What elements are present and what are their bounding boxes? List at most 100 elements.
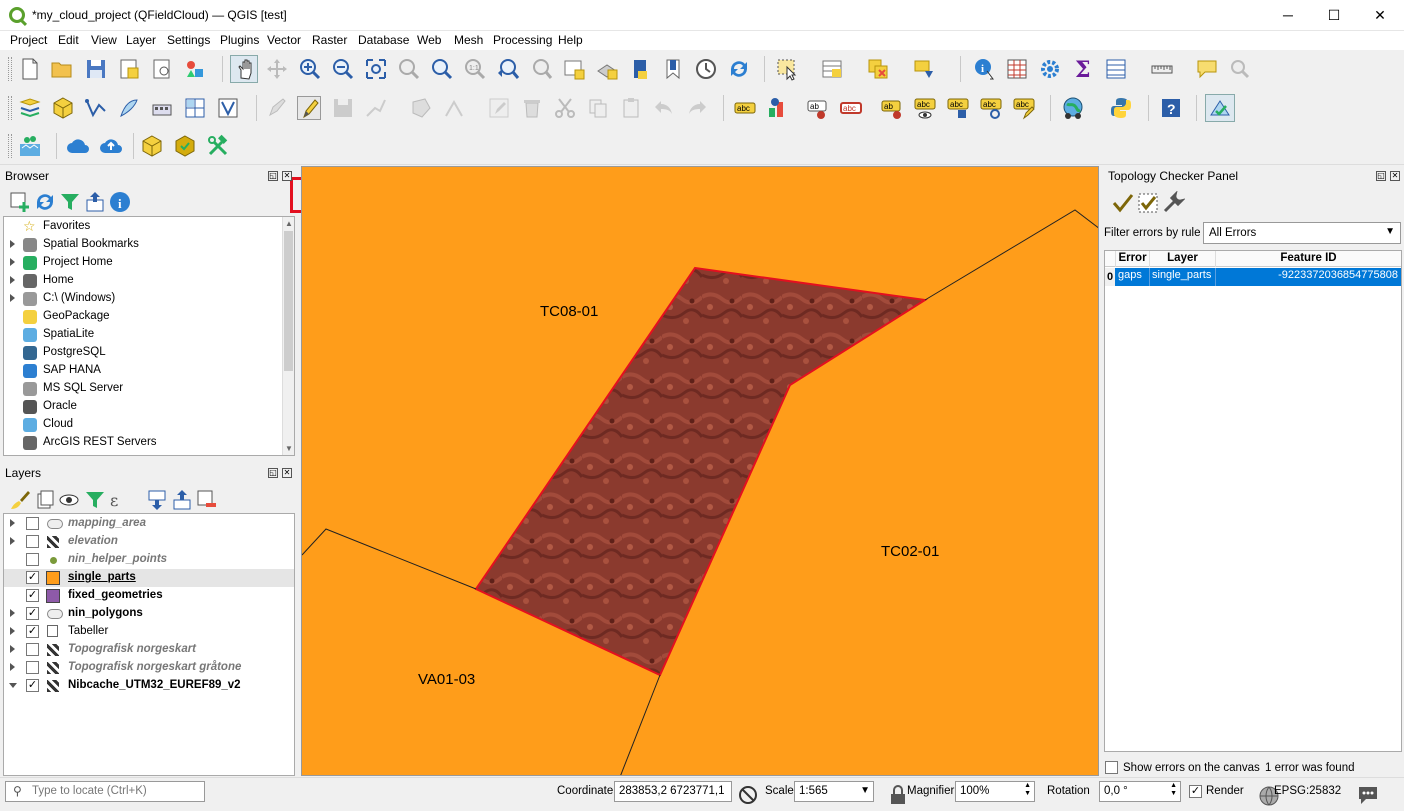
- expand-arrow-icon[interactable]: [9, 683, 17, 688]
- menu-plugins[interactable]: Plugins: [220, 33, 259, 47]
- expand-arrow-icon[interactable]: [10, 519, 15, 527]
- menu-project[interactable]: Project: [10, 33, 47, 47]
- messages-icon[interactable]: [1356, 783, 1377, 804]
- new-mesh-layer-icon[interactable]: [216, 96, 240, 120]
- expand-arrow-icon[interactable]: [10, 663, 15, 671]
- filter-legend-icon[interactable]: [83, 488, 104, 508]
- digitize-line-icon[interactable]: [364, 96, 388, 120]
- browser-item-geopackage[interactable]: GeoPackage: [4, 308, 294, 326]
- browser-item-c-windows[interactable]: C:\ (Windows): [4, 290, 294, 308]
- locator-search-input[interactable]: ⚲ Type to locate (Ctrl+K): [5, 781, 205, 802]
- browser-item-postgresql[interactable]: PostgreSQL: [4, 344, 294, 362]
- delete-selected-icon[interactable]: [520, 96, 544, 120]
- new-shapefile-layer-icon[interactable]: [84, 96, 108, 120]
- coordinate-field[interactable]: 283853,2 6723771,1: [614, 781, 732, 802]
- move-label-icon[interactable]: abc: [946, 96, 970, 120]
- hammer-wrench-icon[interactable]: [206, 134, 230, 158]
- menu-mesh[interactable]: Mesh: [454, 33, 483, 47]
- menu-vector[interactable]: Vector: [267, 33, 301, 47]
- browser-refresh-icon[interactable]: [33, 190, 53, 210]
- geopackage-sync-icon[interactable]: [173, 134, 197, 158]
- browser-item-cloud[interactable]: Cloud: [4, 416, 294, 434]
- crs-label[interactable]: EPSG:25832: [1274, 785, 1341, 797]
- open-field-calculator-icon[interactable]: [1104, 57, 1128, 81]
- zoom-in-icon[interactable]: [298, 57, 322, 81]
- render-checkbox[interactable]: ✓: [1189, 785, 1202, 798]
- modify-attributes-icon[interactable]: [487, 96, 511, 120]
- layer-visibility-checkbox[interactable]: [26, 535, 39, 548]
- paste-features-icon[interactable]: [619, 96, 643, 120]
- browser-item-home[interactable]: Home: [4, 272, 294, 290]
- show-hide-labels-icon[interactable]: ab: [880, 96, 904, 120]
- new-print-layout-icon[interactable]: [117, 57, 141, 81]
- layer-row-topografisk-norgeskart-gr-tone[interactable]: Topografisk norgeskart gråtone: [4, 659, 294, 677]
- toolbar-grip[interactable]: [8, 96, 12, 120]
- minimize-button[interactable]: ─: [1265, 0, 1311, 31]
- statistical-summary-icon[interactable]: Σ: [1071, 57, 1095, 83]
- data-source-manager-icon[interactable]: [18, 96, 42, 120]
- column-header-layer[interactable]: Layer: [1149, 251, 1215, 267]
- show-errors-checkbox[interactable]: [1105, 761, 1118, 774]
- browser-item-spatial-bookmarks[interactable]: Spatial Bookmarks: [4, 236, 294, 254]
- new-spatialite-layer-icon[interactable]: [117, 96, 141, 120]
- clock-icon[interactable]: [694, 57, 718, 81]
- rotate-label-icon[interactable]: abc: [979, 96, 1003, 120]
- layer-diagram-icon[interactable]: [766, 96, 790, 120]
- map-canvas[interactable]: TC08-01 TC02-01 VA01-03: [301, 166, 1099, 776]
- toggle-editing-icon[interactable]: [297, 96, 321, 120]
- layer-row-mapping-area[interactable]: mapping_area: [4, 515, 294, 533]
- menu-view[interactable]: View: [91, 33, 117, 47]
- add-polygon-feature-icon[interactable]: [409, 96, 433, 120]
- locator-disabled-icon[interactable]: [1228, 57, 1252, 81]
- bookmarks-icon[interactable]: [661, 57, 685, 81]
- qfieldcloud-icon[interactable]: [66, 134, 90, 158]
- new-geopackage-layer-icon[interactable]: [51, 96, 75, 120]
- browser-item-arcgis-rest-servers[interactable]: ArcGIS REST Servers: [4, 434, 294, 452]
- expand-arrow-icon[interactable]: [10, 294, 15, 302]
- new-map-view-icon[interactable]: [562, 57, 586, 81]
- refresh-icon[interactable]: [727, 57, 751, 81]
- menu-settings[interactable]: Settings: [167, 33, 210, 47]
- validate-extent-icon[interactable]: [1136, 191, 1158, 213]
- scale-combobox[interactable]: 1:565 ▼: [794, 781, 874, 802]
- save-project-icon[interactable]: [84, 57, 108, 81]
- remove-layer-icon[interactable]: [195, 488, 216, 507]
- layer-row-elevation[interactable]: elevation: [4, 533, 294, 551]
- table-row[interactable]: 0 gaps single_parts -9223372036854775808: [1105, 268, 1401, 286]
- column-header-feature-id[interactable]: Feature ID: [1215, 251, 1401, 267]
- menu-help[interactable]: Help: [558, 33, 583, 47]
- layer-visibility-checkbox[interactable]: [26, 643, 39, 656]
- redo-icon[interactable]: [685, 96, 709, 120]
- cut-features-icon[interactable]: [553, 96, 577, 120]
- layer-visibility-checkbox[interactable]: ✓: [26, 679, 39, 692]
- browser-item-favorites[interactable]: ☆ Favorites: [4, 218, 294, 236]
- undo-icon[interactable]: [652, 96, 676, 120]
- temporal-controller-icon[interactable]: [628, 57, 652, 81]
- layout-manager-icon[interactable]: [150, 57, 174, 81]
- layers-close-button[interactable]: ✕: [282, 468, 292, 478]
- style-layer-icon[interactable]: [8, 488, 30, 509]
- expand-arrow-icon[interactable]: [10, 276, 15, 284]
- zoom-full-icon[interactable]: [364, 57, 388, 81]
- layer-labeling-icon[interactable]: abc: [733, 96, 757, 120]
- expand-arrow-icon[interactable]: [10, 645, 15, 653]
- topology-float-button[interactable]: ◱: [1376, 171, 1386, 181]
- toolbar-grip[interactable]: [8, 57, 12, 81]
- toggle-extents-icon[interactable]: [736, 783, 757, 804]
- layer-visibility-checkbox[interactable]: ✓: [26, 571, 39, 584]
- topology-close-button[interactable]: ✕: [1390, 171, 1400, 181]
- menu-edit[interactable]: Edit: [58, 33, 79, 47]
- browser-item-sap-hana[interactable]: SAP HANA: [4, 362, 294, 380]
- menu-processing[interactable]: Processing: [493, 33, 552, 47]
- configure-rules-icon[interactable]: [1161, 190, 1186, 213]
- open-project-icon[interactable]: [50, 57, 74, 81]
- deselect-features-icon[interactable]: [866, 57, 890, 81]
- processing-toolbox-icon[interactable]: [1038, 57, 1062, 81]
- toolbar-grip[interactable]: [8, 134, 12, 158]
- filter-errors-dropdown[interactable]: All Errors ▼: [1203, 222, 1401, 244]
- layer-row-nibcache-utm32-euref89-v2[interactable]: ✓ Nibcache_UTM32_EUREF89_v2: [4, 677, 294, 695]
- style-manager-icon[interactable]: [183, 57, 207, 81]
- add-group-icon[interactable]: [33, 488, 54, 509]
- browser-float-button[interactable]: ◱: [268, 171, 278, 181]
- attribute-table-icon[interactable]: [1005, 57, 1029, 81]
